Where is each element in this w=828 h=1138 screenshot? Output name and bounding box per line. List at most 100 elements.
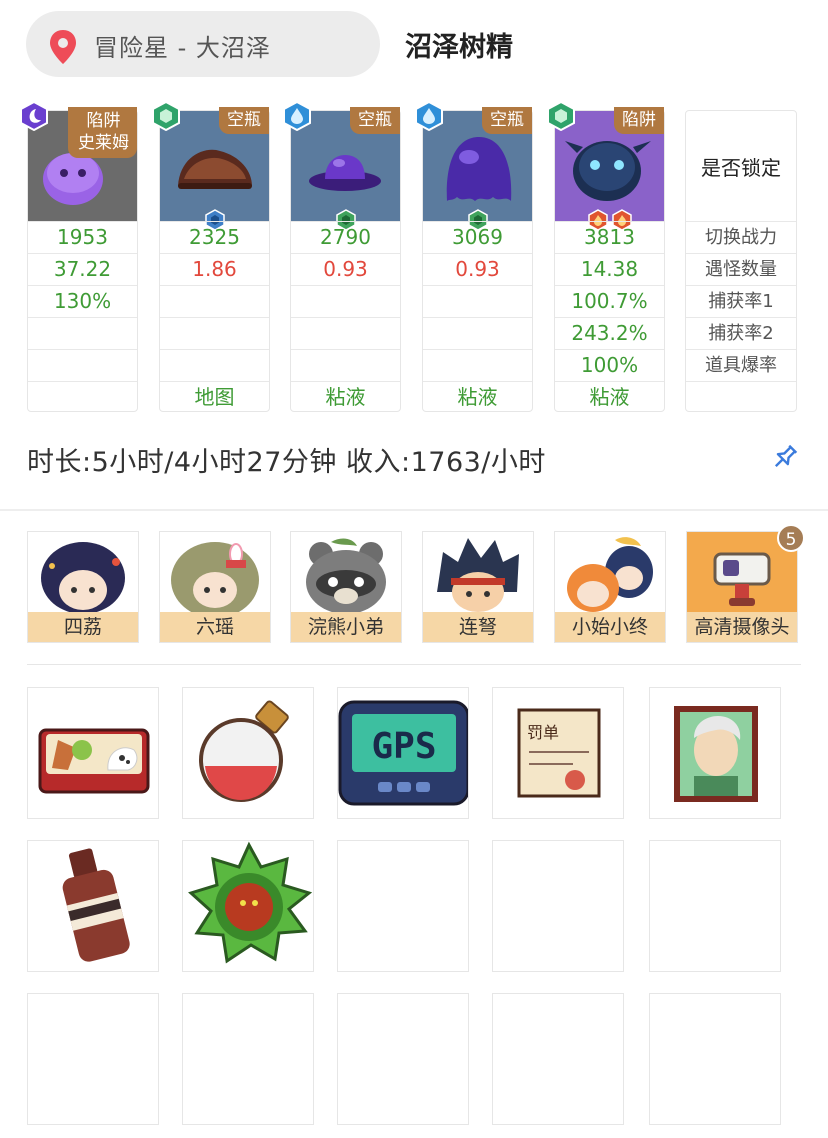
drop-item: 粘液 (291, 381, 400, 413)
monster-column[interactable]: 空瓶 2790 0.93 粘液 (290, 107, 401, 413)
item-slot[interactable]: GPS (337, 687, 469, 819)
member-name: 浣熊小弟 (291, 612, 401, 642)
power-value: 1953 (28, 221, 137, 253)
potion-flask-icon (199, 700, 289, 802)
catch-rate-2 (291, 317, 400, 349)
monster-tag: 空瓶 (482, 107, 532, 134)
team-member[interactable]: 六瑶 (159, 531, 271, 643)
item-slot-empty[interactable] (649, 840, 781, 972)
character-portrait (28, 532, 138, 612)
catch-rate-2: 243.2% (555, 317, 664, 349)
green-medal-icon (188, 841, 313, 964)
encounter-count: 0.93 (291, 253, 400, 285)
leaf-element-icon (152, 101, 180, 131)
item-slot-empty[interactable] (182, 993, 314, 1125)
member-name: 高清摄像头 (687, 612, 797, 642)
encounter-count: 0.93 (423, 253, 532, 285)
brown-bottle-icon (62, 848, 130, 962)
boss-name: 沼泽树精 (405, 32, 513, 63)
power-value: 2325 (160, 221, 269, 253)
drop-rate (291, 349, 400, 381)
monster-tag: 陷阱 史莱姆 (68, 107, 137, 158)
encounter-count: 37.22 (28, 253, 137, 285)
power-value: 2790 (291, 221, 400, 253)
drop-rate (160, 349, 269, 381)
item-slot-empty[interactable] (27, 993, 159, 1125)
drop-item: 地图 (160, 381, 269, 413)
empty-label-cell (686, 381, 796, 413)
power-value: 3813 (555, 221, 664, 253)
item-slot-empty[interactable] (492, 993, 624, 1125)
monster-tag: 空瓶 (219, 107, 269, 134)
team-member[interactable]: 小始小终 (554, 531, 666, 643)
drop-rate: 100% (555, 349, 664, 381)
catch-rate-1 (291, 285, 400, 317)
character-portrait (291, 532, 401, 612)
character-portrait (160, 532, 270, 612)
water-element-icon (415, 101, 443, 131)
encounter-count: 1.86 (160, 253, 269, 285)
ticket-label: 罚单 (527, 724, 559, 742)
item-slot[interactable] (27, 687, 159, 819)
lock-toggle-label[interactable]: 是否锁定 (686, 111, 796, 221)
pin-icon[interactable] (770, 442, 800, 472)
member-name: 连弩 (423, 612, 533, 642)
drop-item: 粘液 (423, 381, 532, 413)
catch-rate-2 (423, 317, 532, 349)
gps-device-icon: GPS (338, 700, 468, 806)
drop-item (28, 381, 137, 413)
fine-ticket-icon: 罚单 (517, 708, 601, 798)
location-pin-icon (50, 30, 76, 64)
drop-rate (28, 349, 137, 381)
item-slot-empty[interactable] (337, 840, 469, 972)
monster-column[interactable]: 陷阱 3813 14.38 100.7% 243.2% 100% 粘液 (554, 107, 665, 412)
location-text: 冒险星 - 大沼泽 (94, 34, 271, 62)
item-slot[interactable] (27, 840, 159, 972)
item-slot-empty[interactable] (492, 840, 624, 972)
leaf-element-icon (547, 101, 575, 131)
catch-rate-1 (160, 285, 269, 317)
water-element-icon (283, 101, 311, 131)
gps-label: GPS (371, 726, 436, 767)
section-divider (27, 664, 801, 665)
power-label[interactable]: 切换战力 (686, 221, 796, 253)
catch-rate-1 (423, 285, 532, 317)
item-slot[interactable] (649, 687, 781, 819)
moon-element-icon (20, 101, 48, 131)
monster-column[interactable]: 空瓶 3069 0.93 粘液 (422, 107, 533, 413)
monster-column[interactable]: 陷阱 史莱姆 1953 37.22 130% (27, 107, 138, 413)
catch-rate-1: 130% (28, 285, 137, 317)
drop-label: 道具爆率 (686, 349, 796, 381)
item-slot[interactable]: 罚单 (492, 687, 624, 819)
member-name: 六瑶 (160, 612, 270, 642)
catch1-label: 捕获率1 (686, 285, 796, 317)
count-label: 遇怪数量 (686, 253, 796, 285)
monster-column[interactable]: 空瓶 2325 1.86 地图 (159, 107, 270, 413)
duration-income-text: 时长:5小时/4小时27分钟 收入:1763/小时 (27, 447, 546, 478)
encounter-count: 14.38 (555, 253, 664, 285)
location-selector[interactable]: 冒险星 - 大沼泽 (26, 11, 380, 77)
item-slot[interactable] (182, 840, 314, 972)
drop-rate (423, 349, 532, 381)
item-slot-empty[interactable] (337, 993, 469, 1125)
character-portrait (555, 532, 665, 612)
section-divider (0, 509, 828, 511)
bento-icon (38, 728, 150, 794)
portrait-card-icon (674, 706, 758, 802)
team-member[interactable]: 浣熊小弟 (290, 531, 402, 643)
catch-rate-2 (28, 317, 137, 349)
member-name: 四荔 (28, 612, 138, 642)
character-portrait (423, 532, 533, 612)
team-member[interactable]: 四荔 (27, 531, 139, 643)
monster-tag: 陷阱 (614, 107, 664, 134)
quantity-badge: 5 (777, 524, 805, 552)
catch-rate-2 (160, 317, 269, 349)
item-slot[interactable] (182, 687, 314, 819)
item-slot-empty[interactable] (649, 993, 781, 1125)
row-label-column: 是否锁定 切换战力 遇怪数量 捕获率1 捕获率2 道具爆率 (685, 110, 797, 412)
catch-rate-1: 100.7% (555, 285, 664, 317)
power-value: 3069 (423, 221, 532, 253)
monster-tag: 空瓶 (350, 107, 400, 134)
member-name: 小始小终 (555, 612, 665, 642)
team-member[interactable]: 连弩 (422, 531, 534, 643)
